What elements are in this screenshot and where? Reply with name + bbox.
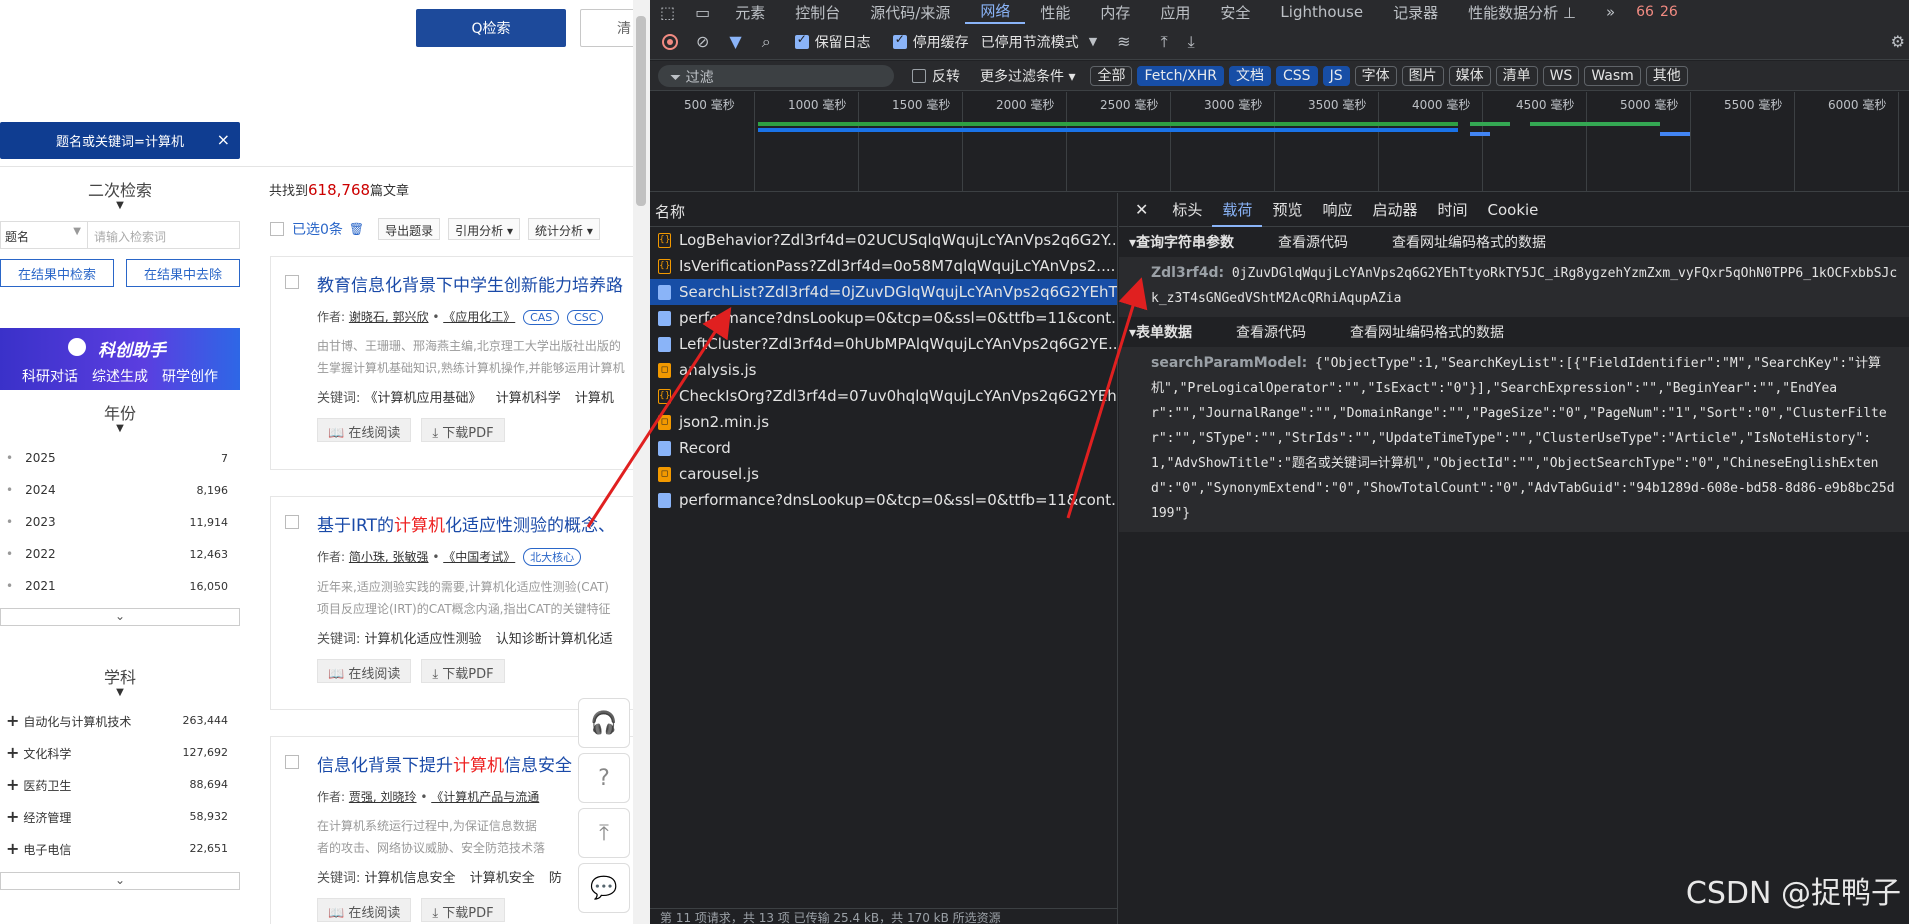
annotation-arrows	[586, 277, 1148, 528]
arrow-to-payload	[1066, 277, 1148, 519]
arrow-to-searchlist	[586, 306, 732, 528]
